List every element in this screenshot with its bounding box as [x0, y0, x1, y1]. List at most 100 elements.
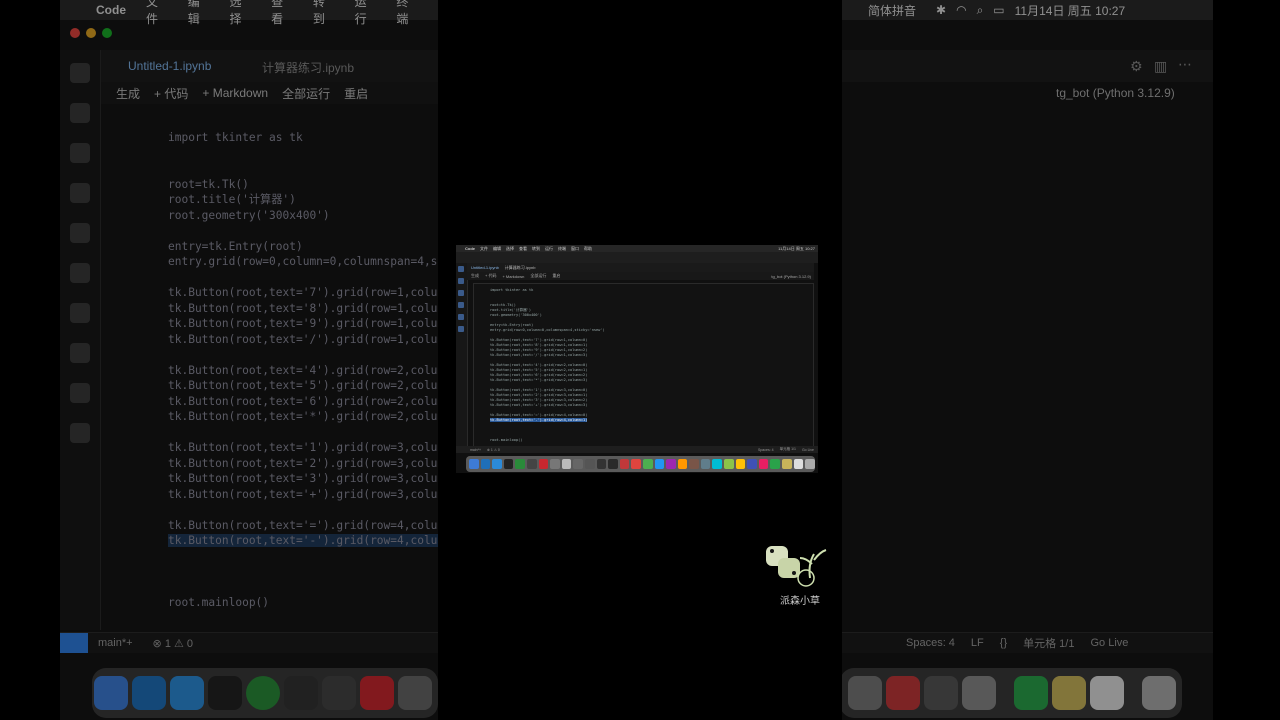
mini-dock-app-icon[interactable] [793, 459, 804, 469]
explorer-icon[interactable] [70, 63, 90, 83]
system-settings-dock-icon[interactable] [924, 676, 958, 710]
code-line[interactable]: tk.Button(root,text='/').grid(row=1,colu… [168, 332, 438, 348]
mini-dock-app-icon[interactable] [526, 459, 537, 469]
mini-dock-app-icon[interactable] [735, 459, 746, 469]
mini-spaces[interactable]: Spaces: 4 [758, 448, 774, 452]
toolbar-add-code[interactable]: + 代码 [154, 85, 188, 102]
mini-dock-app-icon[interactable] [469, 459, 479, 469]
mini-git-branch[interactable]: main*+ [470, 448, 481, 452]
code-line[interactable]: tk.Button(root,text='4').grid(row=2,colu… [168, 363, 438, 379]
run-debug-icon[interactable] [70, 183, 90, 203]
problems-count[interactable]: ⊗ 1 ⚠ 0 [153, 637, 193, 650]
mini-go-live[interactable]: Go Live [802, 448, 814, 452]
toolbar-add-markdown[interactable]: + Markdown [202, 86, 268, 100]
testing-icon[interactable] [70, 303, 90, 323]
search-icon[interactable]: ⌕ [977, 3, 984, 18]
code-line[interactable] [168, 223, 438, 239]
app-dock-icon-5[interactable] [398, 676, 432, 710]
app-name[interactable]: Code [96, 3, 126, 17]
code-line[interactable] [168, 347, 438, 363]
code-cell-left[interactable]: import tkinter as tk root=tk.Tk() root.ti… [168, 130, 438, 611]
code-line[interactable]: tk.Button(root,text='=').grid(row=4,colu… [168, 518, 438, 534]
tab-untitled[interactable]: Untitled-1.ipynb [128, 59, 211, 73]
menu-run[interactable]: 运行 [355, 0, 377, 27]
code-line[interactable]: import tkinter as tk [168, 130, 438, 146]
search-icon[interactable] [70, 103, 90, 123]
code-line[interactable]: tk.Button(root,text='8').grid(row=1,colu… [168, 301, 438, 317]
azure-icon[interactable] [70, 383, 90, 403]
input-method[interactable]: 简体拼音 [868, 2, 916, 19]
code-line[interactable] [168, 502, 438, 518]
mini-dock-app-icon[interactable] [480, 459, 491, 469]
trash-dock-icon[interactable] [1142, 676, 1176, 710]
code-line[interactable]: entry=tk.Entry(root) [168, 239, 438, 255]
mini-menu-window[interactable]: 窗口 [571, 246, 579, 252]
code-line[interactable] [168, 425, 438, 441]
code-line[interactable]: root.title('计算器') [168, 192, 438, 208]
code-line[interactable]: root.mainloop() [490, 438, 605, 443]
close-window-button[interactable] [70, 28, 80, 38]
app-dock-icon-6[interactable] [848, 676, 882, 710]
mini-dock-app-icon[interactable] [758, 459, 769, 469]
code-line[interactable]: tk.Button(root,text='9').grid(row=1,colu… [168, 316, 438, 332]
code-line[interactable]: entry.grid(row=0,column=0,columnspan=4,s… [168, 254, 438, 270]
code-line[interactable]: tk.Button(root,text='1').grid(row=3,colu… [168, 440, 438, 456]
menu-terminal[interactable]: 终端 [396, 0, 418, 27]
code-line[interactable]: tk.Button(root,text='2').grid(row=3,colu… [168, 456, 438, 472]
code-line[interactable]: entry.grid(row=0,column=0,columnspan=4,s… [490, 328, 605, 333]
mini-menu-edit[interactable]: 编辑 [493, 246, 501, 252]
mini-dock-app-icon[interactable] [561, 459, 572, 469]
code-line[interactable]: tk.Button(root,text='3').grid(row=3,colu… [168, 471, 438, 487]
mini-dock-app-icon[interactable] [666, 459, 676, 469]
finder-dock-icon[interactable] [94, 676, 128, 710]
code-line[interactable]: root=tk.Tk() [168, 177, 438, 193]
mini-toolbar-run-all[interactable]: 全部运行 [530, 273, 546, 279]
code-line[interactable]: tk.Button(root,text='+').grid(row=3,colu… [168, 487, 438, 503]
mini-app-name[interactable]: Code [465, 246, 475, 251]
git-branch[interactable]: main*+ [98, 637, 133, 649]
mini-dock-app-icon[interactable] [712, 459, 723, 469]
code-line[interactable] [168, 549, 438, 565]
remote-indicator[interactable] [60, 633, 88, 653]
mini-dock-app-icon[interactable] [573, 459, 583, 469]
github-icon[interactable] [70, 343, 90, 363]
terminal-dock-icon[interactable] [208, 676, 242, 710]
remote-explorer-icon[interactable] [70, 223, 90, 243]
mini-toolbar-add-code[interactable]: + 代码 [485, 273, 496, 279]
more-actions-icon[interactable]: ⋯ [1178, 56, 1192, 73]
wifi-icon[interactable]: ◠ [956, 3, 966, 17]
mini-dock-app-icon[interactable] [654, 459, 665, 469]
mini-dock-app-icon[interactable] [596, 459, 607, 469]
mini-menu-go[interactable]: 转到 [532, 246, 540, 252]
go-live-button[interactable]: Go Live [1090, 637, 1128, 649]
document-dock-icon[interactable] [1090, 676, 1124, 710]
mini-dock-app-icon[interactable] [724, 459, 734, 469]
mini-menu-select[interactable]: 选择 [506, 246, 514, 252]
facetime-dock-icon[interactable] [1014, 676, 1048, 710]
menu-select[interactable]: 选择 [229, 0, 251, 27]
mini-kernel-label[interactable]: tg_bot (Python 3.12.9) [771, 274, 811, 279]
notes-dock-icon[interactable] [1052, 676, 1086, 710]
split-editor-icon[interactable]: ▥ [1154, 58, 1167, 75]
code-line[interactable]: tk.Button(root,text='*').grid(row=2,colu… [168, 409, 438, 425]
code-line[interactable]: tk.Button(root,text='-').grid(row=4,colu… [168, 533, 438, 549]
mini-dock-app-icon[interactable] [677, 459, 688, 469]
menu-file[interactable]: 文件 [146, 0, 168, 27]
mini-toolbar-generate[interactable]: 生成 [471, 273, 479, 279]
code-line[interactable] [168, 270, 438, 286]
mini-explorer-icon[interactable] [458, 266, 464, 272]
mini-run-debug-icon[interactable] [458, 302, 464, 308]
spaces-indicator[interactable]: Spaces: 4 [906, 637, 955, 649]
app-dock-icon-8[interactable] [962, 676, 996, 710]
mini-dock-app-icon[interactable] [515, 459, 525, 469]
braces-indicator[interactable]: {} [1000, 637, 1007, 649]
mini-source-control-icon[interactable] [458, 290, 464, 296]
mini-dock-app-icon[interactable] [770, 459, 781, 469]
mini-dock-app-icon[interactable] [700, 459, 711, 469]
vscode-dock-icon[interactable] [132, 676, 166, 710]
toolbar-generate[interactable]: 生成 [116, 85, 140, 102]
mini-search-icon[interactable] [458, 278, 464, 284]
mini-toolbar-restart[interactable]: 重启 [552, 273, 560, 279]
mini-dock-app-icon[interactable] [631, 459, 641, 469]
mini-dock-app-icon[interactable] [642, 459, 653, 469]
